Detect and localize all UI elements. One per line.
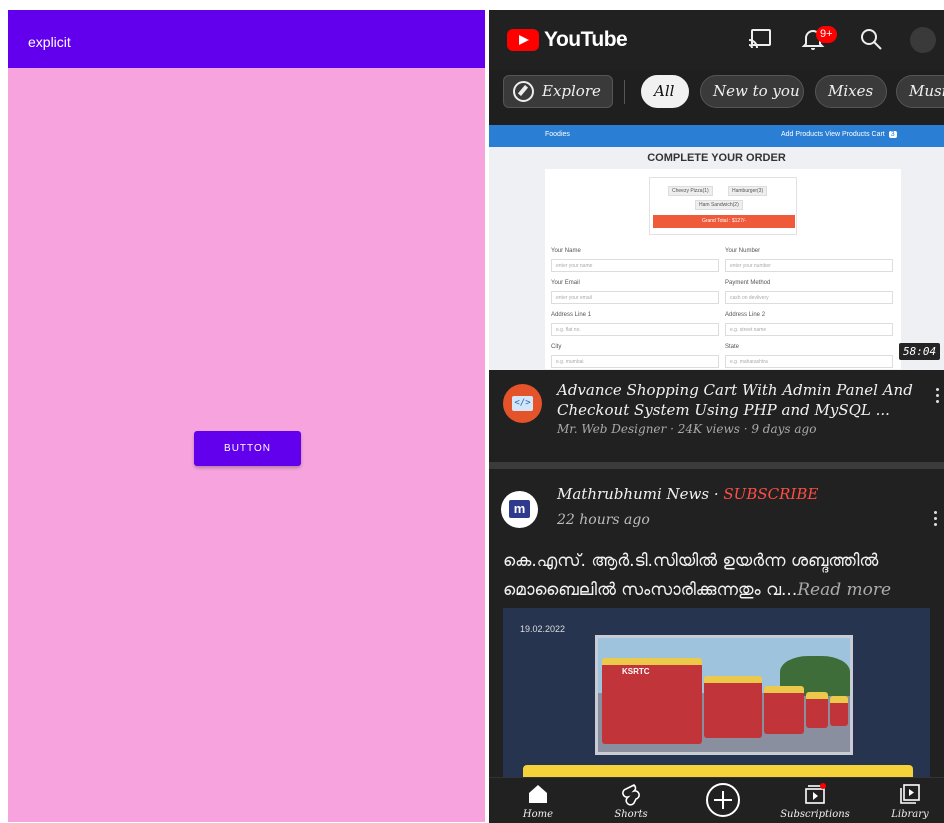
nav-shorts[interactable]: Shorts — [605, 782, 657, 820]
thumbnail-field-label: City — [551, 344, 562, 350]
thumbnail-nav-text: Add Products View Products Cart — [781, 131, 885, 138]
chip-divider — [624, 80, 625, 104]
nav-library-label: Library — [891, 809, 929, 820]
bus-sign: KSRTC — [622, 667, 650, 676]
thumbnail-field-label: Payment Method — [725, 280, 771, 286]
thumbnail-cart-count: 3 — [888, 131, 897, 138]
subscriptions-icon — [805, 783, 826, 804]
thumbnail-field-input: enter your number — [725, 259, 893, 272]
youtube-app-screen: YouTube 9+ Explore All New to you Mixes … — [489, 10, 944, 823]
nav-subscriptions[interactable]: Subscriptions — [779, 782, 851, 820]
thumbnail-field-label: State — [725, 344, 740, 350]
bus-shape: KSRTC — [602, 658, 702, 744]
thumbnail-field-input: e.g. street name — [725, 323, 893, 336]
thumbnail-field-label: Address Line 2 — [725, 312, 766, 318]
thumbnail-heading: COMPLETE YOUR ORDER — [647, 152, 786, 164]
shorts-icon — [622, 784, 640, 806]
notification-badge: 9+ — [816, 26, 837, 43]
bus-shape — [764, 686, 804, 734]
thumbnail-field-input: enter your name — [551, 259, 719, 272]
post-text[interactable]: കെ.എസ്. ആർ.ടി.സിയിൽ ഉയർന്ന ശബ്ദത്തിൽ മൊബ… — [503, 547, 933, 605]
chip-explore[interactable]: Explore — [503, 75, 613, 108]
post-more-options-icon[interactable] — [934, 511, 938, 527]
video-thumbnail[interactable]: Foodies Add Products View Products Cart … — [489, 125, 944, 370]
nav-subscriptions-label: Subscriptions — [780, 809, 850, 820]
chip-new-to-you[interactable]: New to you — [700, 75, 804, 108]
thumbnail-nav-links: Add Products View Products Cart 3 — [781, 131, 897, 138]
nav-home[interactable]: Home — [515, 782, 561, 820]
youtube-play-icon — [507, 29, 539, 51]
video-meta: Mr. Web Designer · 24K views · 9 days ag… — [557, 422, 817, 436]
nav-create[interactable] — [703, 782, 743, 821]
main-button[interactable]: BUTTON — [194, 431, 301, 466]
thumbnail-field-input: enter your email — [551, 291, 719, 304]
video-info[interactable]: </> Advance Shopping Cart With Admin Pan… — [489, 370, 944, 462]
thumbnail-navbar: Foodies Add Products View Products Cart … — [489, 125, 944, 147]
post-image-date: 19.02.2022 — [520, 624, 566, 634]
thumbnail-order-summary: Cheezy Pizza(1) Hamburger(3) Ham Sandwic… — [649, 177, 797, 235]
youtube-logo[interactable]: YouTube — [507, 28, 628, 52]
post-channel-line: Mathrubhumi News · SUBSCRIBE — [557, 485, 818, 503]
app-bar-title: explicit — [28, 34, 71, 50]
bottom-navigation: Home Shorts Subscriptions Library — [489, 777, 944, 823]
nav-library[interactable]: Library — [885, 782, 935, 820]
channel-avatar[interactable]: </> — [503, 384, 542, 423]
home-icon — [529, 785, 547, 803]
youtube-header: YouTube 9+ — [489, 10, 944, 70]
post-image[interactable]: 19.02.2022 KSRTC — [503, 608, 930, 786]
read-more-link[interactable]: Read more — [797, 580, 891, 600]
thumbnail-item: Cheezy Pizza(1) — [668, 186, 713, 196]
thumbnail-field-label: Your Number — [725, 248, 761, 254]
cast-icon[interactable] — [748, 28, 772, 48]
chip-mixes[interactable]: Mixes — [815, 75, 887, 108]
compass-icon — [513, 81, 534, 102]
subscribe-link[interactable]: SUBSCRIBE — [723, 485, 818, 503]
android-app-screen: explicit BUTTON — [8, 10, 485, 822]
bus-shape — [830, 696, 848, 726]
thumbnail-item: Ham Sandwich(2) — [695, 200, 743, 210]
create-plus-icon — [706, 783, 740, 817]
feed-separator — [489, 462, 944, 469]
chip-explore-label: Explore — [542, 82, 601, 100]
post-dot: · — [713, 485, 724, 503]
nav-home-label: Home — [522, 809, 554, 820]
post-avatar-logo: m — [509, 500, 530, 518]
account-avatar[interactable] — [910, 27, 936, 53]
thumbnail-field-label: Your Name — [551, 248, 581, 254]
thumbnail-grand-total: Grand Total : $127/- — [653, 215, 795, 228]
youtube-logo-text: YouTube — [544, 28, 628, 51]
chip-all[interactable]: All — [641, 75, 689, 108]
library-icon — [900, 784, 920, 804]
thumbnail-brand: Foodies — [545, 131, 570, 138]
post-time: 22 hours ago — [557, 512, 650, 528]
nav-shorts-label: Shorts — [614, 809, 648, 820]
bus-shape — [806, 692, 828, 728]
video-duration: 58:04 — [899, 343, 941, 360]
bus-photo: KSRTC — [595, 635, 853, 755]
thumbnail-field-label: Your Email — [551, 280, 580, 286]
bus-shape — [704, 676, 762, 738]
thumbnail-order-form: Cheezy Pizza(1) Hamburger(3) Ham Sandwic… — [545, 169, 901, 369]
more-options-icon[interactable] — [936, 388, 940, 404]
thumbnail-field-input: e.g. flat no. — [551, 323, 719, 336]
thumbnail-item: Hamburger(3) — [728, 186, 768, 196]
thumbnail-field-label: Address Line 1 — [551, 312, 592, 318]
post-channel-avatar[interactable]: m — [501, 491, 538, 528]
video-title[interactable]: Advance Shopping Cart With Admin Panel A… — [557, 380, 927, 420]
thumbnail-field-input: e.g. maharashtra — [725, 355, 893, 368]
code-icon: </> — [512, 396, 533, 411]
post-channel-name[interactable]: Mathrubhumi News — [557, 485, 709, 503]
app-bar: explicit — [8, 10, 485, 68]
thumbnail-field-input: e.g. mumbai — [551, 355, 719, 368]
thumbnail-field-input: cash on devlivery — [725, 291, 893, 304]
chip-music[interactable]: Musi — [896, 75, 944, 108]
search-icon[interactable] — [860, 28, 882, 50]
filter-chips: Explore All New to you Mixes Musi — [489, 72, 944, 114]
